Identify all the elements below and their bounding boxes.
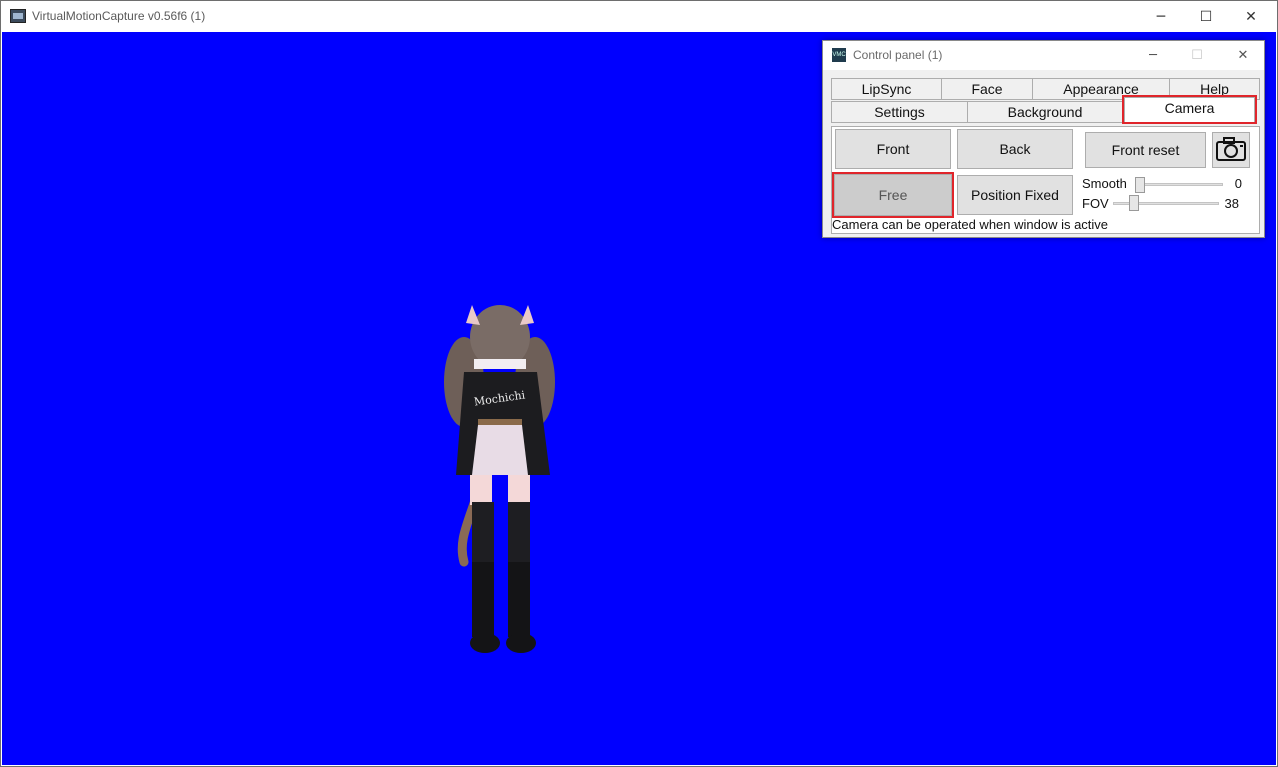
screenshot-button[interactable] <box>1212 132 1250 168</box>
back-button[interactable]: Back <box>957 129 1073 169</box>
cp-close-button[interactable]: ✕ <box>1221 41 1265 70</box>
tab-lipsync[interactable]: LipSync <box>831 78 942 100</box>
tab-background[interactable]: Background <box>967 101 1123 123</box>
tab-settings[interactable]: Settings <box>831 101 968 123</box>
smooth-value: 0 <box>1234 176 1242 191</box>
avatar-character: Mochichi <box>444 305 555 653</box>
position-fixed-button[interactable]: Position Fixed <box>957 175 1073 215</box>
front-button[interactable]: Front <box>835 129 951 169</box>
main-window-title: VirtualMotionCapture v0.56f6 (1) <box>32 9 206 23</box>
app-icon <box>10 9 26 23</box>
maximize-button[interactable]: ☐ <box>1183 1 1229 32</box>
close-button[interactable]: ✕ <box>1228 1 1274 32</box>
camera-icon <box>1216 137 1246 161</box>
front-reset-button[interactable]: Front reset <box>1085 132 1206 168</box>
fov-slider-thumb[interactable] <box>1129 195 1139 211</box>
fov-label: FOV <box>1082 196 1109 211</box>
free-button[interactable]: Free <box>832 172 954 218</box>
camera-status-text: Camera can be operated when window is ac… <box>832 217 1109 232</box>
main-titlebar[interactable]: VirtualMotionCapture v0.56f6 (1) ─ ☐ ✕ <box>1 1 1277 32</box>
cp-minimize-button[interactable]: ─ <box>1131 41 1175 70</box>
control-panel-title: Control panel (1) <box>853 48 943 62</box>
tab-face[interactable]: Face <box>941 78 1033 100</box>
fov-value: 38 <box>1224 196 1239 211</box>
tab-camera[interactable]: Camera <box>1122 95 1257 124</box>
control-panel-window: VMC Control panel (1) ─ ☐ ✕ LipSync Face… <box>822 40 1265 238</box>
cp-maximize-button: ☐ <box>1191 48 1203 63</box>
minimize-button[interactable]: ─ <box>1138 1 1184 32</box>
smooth-slider-thumb[interactable] <box>1135 177 1145 193</box>
control-panel-icon: VMC <box>832 48 846 62</box>
smooth-label: Smooth <box>1082 176 1127 191</box>
smooth-slider-track[interactable] <box>1137 183 1223 186</box>
control-panel-titlebar[interactable]: VMC Control panel (1) ─ ☐ ✕ <box>823 41 1264 70</box>
